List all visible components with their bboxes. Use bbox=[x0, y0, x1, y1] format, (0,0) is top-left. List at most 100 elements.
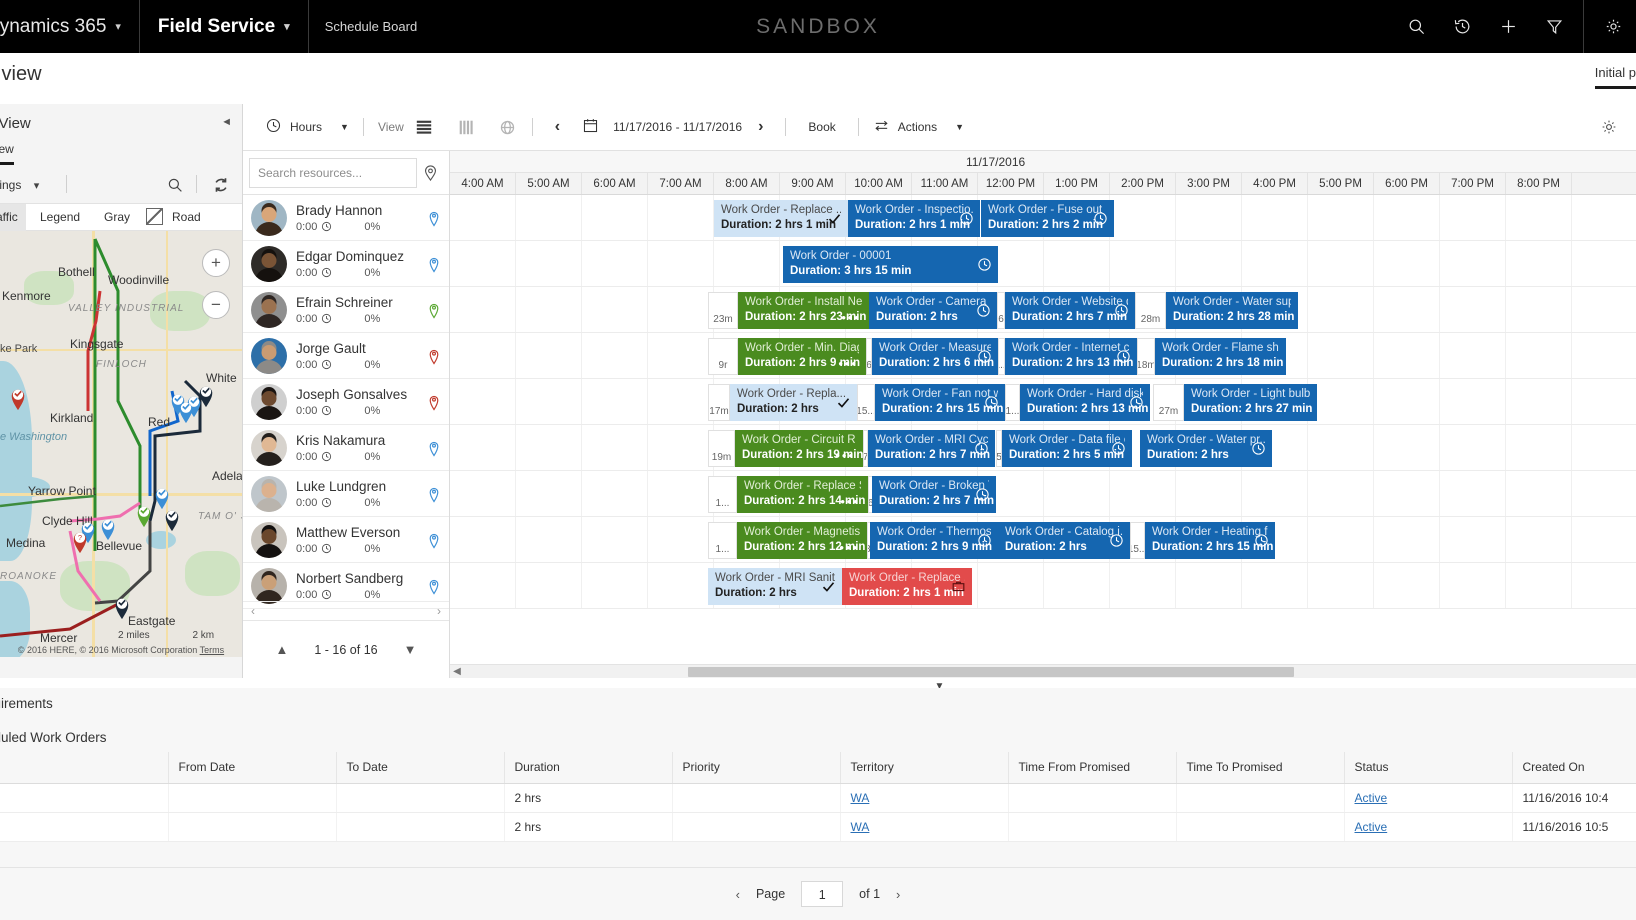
timeline-cell[interactable] bbox=[1176, 563, 1242, 608]
timeline-cell[interactable] bbox=[450, 241, 516, 286]
timeline-cell[interactable] bbox=[1176, 195, 1242, 240]
table-prev-page-button[interactable]: ‹ bbox=[736, 887, 740, 902]
resource-map-pin-icon[interactable] bbox=[427, 577, 441, 598]
timeline-cell[interactable] bbox=[1440, 195, 1506, 240]
timeline-row[interactable]: 1...8r15...Work Order - Magnetis...Durat… bbox=[450, 517, 1636, 563]
booking-block[interactable]: Work Order - Replace ... Duration: 2 hrs … bbox=[714, 200, 848, 237]
booking-block[interactable]: Work Order - Water pr... Duration: 2 hrs bbox=[1140, 430, 1272, 467]
booking-block[interactable]: Work Order - Replace ... Duration: 2 hrs … bbox=[842, 568, 972, 605]
booking-block[interactable]: Work Order - Measure ... Duration: 2 hrs … bbox=[872, 338, 998, 375]
timeline-cell[interactable] bbox=[1110, 563, 1176, 608]
timeline-cell[interactable] bbox=[1374, 241, 1440, 286]
resource-row[interactable]: Jorge Gault 0:00 0% bbox=[243, 333, 449, 379]
table-link-status[interactable]: Active bbox=[1355, 820, 1388, 834]
map-legend-button[interactable]: Legend bbox=[40, 210, 80, 224]
table-column-header[interactable]: From Date bbox=[168, 752, 337, 784]
prev-date-button[interactable]: ‹ bbox=[547, 114, 568, 140]
resource-page-up-button[interactable]: ▲ bbox=[276, 642, 289, 657]
booking-block[interactable]: Work Order - Camera is... Duration: 2 hrs bbox=[869, 292, 997, 329]
timeline-grid[interactable]: 11/17/2016 4:00 AM 5:00 AM 6:00 AM 7:00 AM 8… bbox=[450, 151, 1636, 678]
timeline-cell[interactable] bbox=[1308, 379, 1374, 424]
timeline-cell[interactable] bbox=[1440, 287, 1506, 332]
resource-pager-right[interactable]: › bbox=[437, 604, 441, 618]
resource-list[interactable]: Brady Hannon 0:00 0% Edgar Dominquez 0:00 0% E… bbox=[243, 195, 449, 619]
tab-map-view[interactable]: View bbox=[0, 142, 14, 165]
more-options-icon[interactable]: ••• bbox=[835, 449, 855, 462]
timeline-cell[interactable] bbox=[1374, 517, 1440, 562]
booking-block[interactable]: Work Order - Magnetis... Duration: 2 hrs … bbox=[737, 522, 867, 559]
resource-map-pin-icon[interactable] bbox=[427, 531, 441, 552]
timeline-cell[interactable] bbox=[648, 471, 714, 516]
recent-icon[interactable] bbox=[1439, 0, 1485, 53]
resource-pager-left[interactable]: ‹ bbox=[251, 604, 255, 618]
timeline-row[interactable]: 9r61...18mWork Order - Min. Diag...Durat… bbox=[450, 333, 1636, 379]
timeline-cell[interactable] bbox=[516, 195, 582, 240]
collapse-panel-icon[interactable]: ◄ bbox=[221, 116, 232, 128]
booking-block[interactable]: Work Order - Install Ne... Duration: 2 hr… bbox=[738, 292, 869, 329]
booking-block[interactable]: Work Order - Fuse out Duration: 2 hrs 2 m… bbox=[981, 200, 1114, 237]
timeline-cell[interactable] bbox=[1506, 287, 1572, 332]
timeline-cell[interactable] bbox=[516, 287, 582, 332]
resource-map-pin-icon[interactable] bbox=[427, 393, 441, 414]
map-booking-pin-icon[interactable] bbox=[162, 507, 182, 535]
resource-row[interactable]: Matthew Everson 0:00 0% bbox=[243, 517, 449, 563]
timeline-cell[interactable] bbox=[450, 287, 516, 332]
timeline-cell[interactable] bbox=[1308, 563, 1374, 608]
map-terms-link[interactable]: Terms bbox=[200, 645, 225, 655]
timeline-row[interactable]: Work Order - MRI Sanit... Duration: 2 hrs… bbox=[450, 563, 1636, 609]
resource-row[interactable]: Joseph Gonsalves 0:00 0% bbox=[243, 379, 449, 425]
timeline-cell[interactable] bbox=[1242, 563, 1308, 608]
table-column-header[interactable]: Time To Promised bbox=[1176, 752, 1345, 784]
timeline-cell[interactable] bbox=[1374, 379, 1440, 424]
timeline-cell[interactable] bbox=[450, 379, 516, 424]
timeline-cell[interactable] bbox=[1176, 471, 1242, 516]
timeline-cell[interactable] bbox=[1308, 425, 1374, 470]
booking-block[interactable]: Work Order - Thermost... Duration: 2 hrs … bbox=[870, 522, 998, 559]
column-view-icon[interactable] bbox=[456, 117, 476, 137]
timeline-cell[interactable] bbox=[648, 241, 714, 286]
more-options-icon[interactable]: ••• bbox=[838, 357, 858, 370]
booking-block[interactable]: Work Order - Heating fl... Duration: 2 hr… bbox=[1145, 522, 1275, 559]
timeline-cell[interactable] bbox=[516, 425, 582, 470]
map-booking-pin-icon[interactable] bbox=[112, 595, 132, 623]
resource-row[interactable]: Brady Hannon 0:00 0% bbox=[243, 195, 449, 241]
map-search-icon[interactable] bbox=[166, 176, 184, 197]
table-column-header[interactable]: Duration bbox=[504, 752, 673, 784]
timeline-cell[interactable] bbox=[1044, 471, 1110, 516]
table-link-territory[interactable]: WA bbox=[851, 791, 870, 805]
timeline-cell[interactable] bbox=[582, 563, 648, 608]
timeline-row[interactable]: 1...6Work Order - Replace Sl...Duration:… bbox=[450, 471, 1636, 517]
timeline-cell[interactable] bbox=[1374, 333, 1440, 378]
resource-row[interactable]: Luke Lundgren 0:00 0% bbox=[243, 471, 449, 517]
table-column-header[interactable]: Territory bbox=[840, 752, 1009, 784]
booking-block[interactable]: Work Order - Repla... Duration: 2 hrs bbox=[730, 384, 857, 421]
resource-map-pin-icon[interactable] bbox=[427, 301, 441, 322]
timeline-cell[interactable] bbox=[1506, 517, 1572, 562]
booking-block[interactable]: Work Order - Circuit Re...Duration: 2 hr… bbox=[735, 430, 863, 467]
timeline-cell[interactable] bbox=[1242, 471, 1308, 516]
table-column-header[interactable]: Time From Promised bbox=[1008, 752, 1177, 784]
timeline-cell[interactable] bbox=[1308, 241, 1374, 286]
book-button[interactable]: Book bbox=[800, 116, 843, 138]
map-booking-pin-icon[interactable] bbox=[176, 399, 196, 427]
timeline-cell[interactable] bbox=[516, 379, 582, 424]
scrollbar-thumb[interactable] bbox=[688, 666, 1294, 677]
timeline-cell[interactable] bbox=[1440, 563, 1506, 608]
timeline-cell[interactable] bbox=[516, 471, 582, 516]
resource-row[interactable]: Edgar Dominquez 0:00 0% bbox=[243, 241, 449, 287]
timeline-cell[interactable] bbox=[582, 195, 648, 240]
timeline-cell[interactable] bbox=[978, 563, 1044, 608]
timeline-cell[interactable] bbox=[1506, 195, 1572, 240]
table-row[interactable]: 2 hrs WA Active 11/16/2016 10:4 bbox=[0, 783, 1636, 813]
timeline-cell[interactable] bbox=[1374, 195, 1440, 240]
booking-block[interactable]: Work Order - Data file c... Duration: 2 h… bbox=[1002, 430, 1132, 467]
timeline-row[interactable]: 23m 6 28m Work Order - Install Ne... Duratio… bbox=[450, 287, 1636, 333]
table-row[interactable]: 2 hrs WA Active 11/16/2016 10:5 bbox=[0, 812, 1636, 842]
actions-menu[interactable]: Actions bbox=[890, 116, 945, 138]
search-resources-input[interactable]: Search resources... bbox=[249, 157, 417, 188]
timeline-cell[interactable] bbox=[1308, 195, 1374, 240]
timeline-cell[interactable] bbox=[1440, 517, 1506, 562]
booking-block[interactable]: Work Order - Internet c... Duration: 2 hr… bbox=[1005, 338, 1137, 375]
map-zoom-in-button[interactable]: + bbox=[202, 249, 230, 277]
calendar-icon[interactable] bbox=[582, 117, 599, 137]
